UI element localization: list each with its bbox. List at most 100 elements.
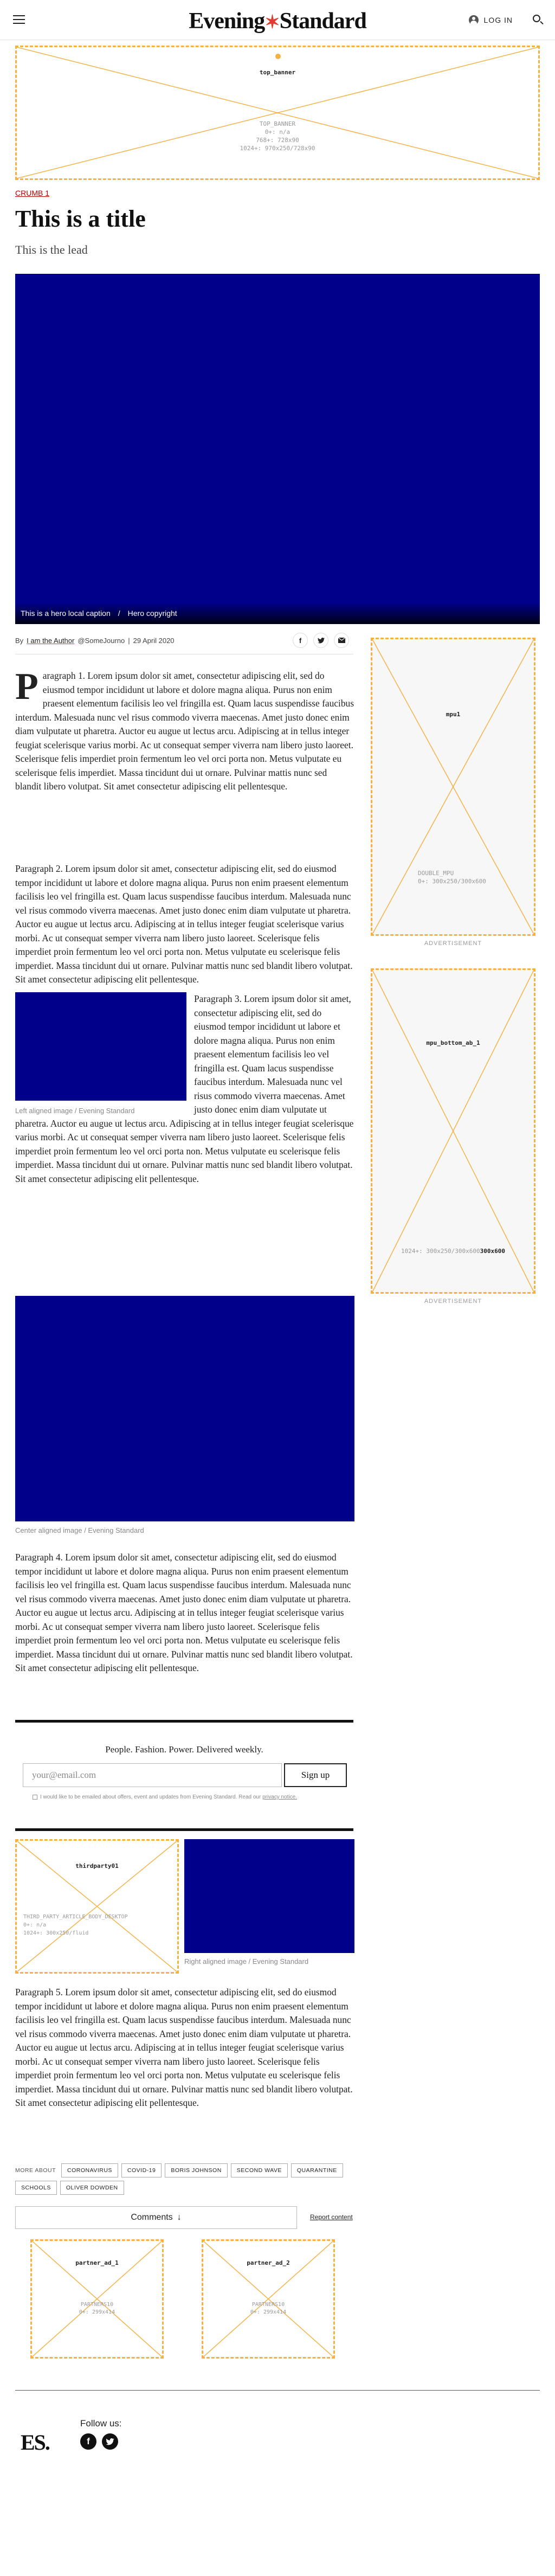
advertisement-label: ADVERTISEMENT: [424, 1298, 482, 1305]
ad-cross: [372, 639, 534, 934]
ad-slot-meta: THIRD_PARTY_ARTICLE_BODY_DESKTOP: [23, 1914, 128, 1920]
twitter-icon[interactable]: [102, 2433, 118, 2450]
signup-button[interactable]: Sign up: [284, 1763, 347, 1787]
report-content-link[interactable]: Report content: [310, 2213, 353, 2221]
privacy-notice-link[interactable]: privacy notice.: [262, 1794, 297, 1800]
author-handle[interactable]: @SomeJourno: [78, 637, 125, 645]
paragraph-5: Paragraph 5. Lorem ipsum dolor sit amet,…: [15, 1987, 353, 2108]
ad-slot-meta: 0+: 300x250/300x600: [418, 878, 486, 885]
logo-star: ✶: [264, 12, 280, 33]
publish-date: 29 April 2020: [133, 637, 175, 645]
tag-second-wave[interactable]: SECOND WAVE: [230, 2163, 288, 2177]
ad-slot-meta: PARTNERS10: [80, 2302, 114, 2308]
ad-slot-meta: TOP_BANNER: [259, 120, 296, 127]
hero-caption: This is a hero local caption / Hero copy…: [15, 602, 540, 624]
newsletter-bottom-rule: [15, 1828, 353, 1831]
ad-cross: [32, 2241, 162, 2357]
left-image-caption: Left aligned image / Evening Standard: [15, 1107, 135, 1115]
twitter-icon[interactable]: [313, 633, 328, 648]
topic-tags: MORE ABOUT CORONAVIRUS COVID-19 BORIS JO…: [15, 2163, 353, 2195]
tag-oliver-dowden[interactable]: OLIVER DOWDEN: [60, 2181, 124, 2195]
partner-ad-1[interactable]: partner_ad_1 PARTNERS10 0+: 299x414: [30, 2239, 164, 2359]
ad-slot-meta: 1024+: 300x250/300x600300x600: [372, 1248, 534, 1255]
center-image-caption: Center aligned image / Evening Standard: [15, 1526, 144, 1534]
logo-text-left: Evening: [189, 9, 265, 34]
paragraph-1: Paragraph 1. Lorem ipsum dolor sit amet,…: [15, 666, 354, 794]
byline-sep: |: [128, 637, 130, 645]
ad-slot-name: mpu_bottom_ab_1: [426, 1039, 480, 1046]
comments-button[interactable]: Comments ↓: [15, 2206, 297, 2229]
ad-slot-name: partner_ad_1: [75, 2259, 119, 2266]
hero-copyright: Hero copyright: [127, 609, 177, 618]
article-lead: This is the lead: [15, 243, 88, 256]
ad-slot-meta-size: 300x600: [480, 1248, 506, 1255]
tag-quarantine[interactable]: QUARANTINE: [291, 2163, 343, 2177]
left-aligned-image: [15, 992, 186, 1101]
right-image-caption: Right aligned image / Evening Standard: [184, 1957, 309, 1965]
ad-slot-name: top_banner: [259, 69, 296, 76]
ad-dot: [275, 54, 281, 59]
ad-slot-meta: 0+: 299x414: [79, 2309, 115, 2315]
byline: By I am the Author @SomeJourno | 29 Apri…: [15, 637, 175, 645]
top-banner-ad[interactable]: top_banner TOP_BANNER 0+: n/a 768+: 728x…: [15, 46, 540, 180]
email-icon[interactable]: [334, 633, 349, 648]
site-header: Evening✶Standard LOG IN: [0, 0, 555, 40]
email-input[interactable]: your@email.com: [23, 1763, 282, 1787]
ad-slot-name: partner_ad_2: [247, 2259, 290, 2266]
logo-text-right: Standard: [279, 9, 367, 34]
ad-cross: [17, 47, 538, 178]
tag-boris-johnson[interactable]: BORIS JOHNSON: [165, 2163, 228, 2177]
advertisement-label: ADVERTISEMENT: [424, 940, 482, 947]
ad-slot-meta-sizes: 1024+: 300x250/300x600: [401, 1248, 480, 1255]
ad-slot-meta: 1024+: 300x250/fluid: [23, 1930, 89, 1936]
consent-checkbox[interactable]: [33, 1795, 37, 1800]
ad-cross: [203, 2241, 333, 2357]
newsletter-top-rule: [15, 1720, 353, 1723]
consent-text: I would like to be emailed about offers,…: [40, 1794, 349, 1801]
consent-label: I would like to be emailed about offers,…: [40, 1794, 261, 1800]
comments-label: Comments: [131, 2213, 173, 2222]
byline-prefix: By: [15, 637, 24, 645]
drop-cap: P: [15, 666, 38, 708]
center-aligned-image: [15, 1296, 354, 1521]
tag-coronavirus[interactable]: CORONAVIRUS: [61, 2163, 118, 2177]
breadcrumb[interactable]: CRUMB 1: [15, 189, 49, 197]
ad-slot-meta: 768+: 728x90: [256, 137, 299, 144]
mpu-ad[interactable]: mpu1 DOUBLE_MPU 0+: 300x250/300x600: [371, 638, 535, 936]
hero-caption-sep: /: [118, 609, 120, 618]
third-party-ad[interactable]: thirdparty01 THIRD_PARTY_ARTICLE_BODY_DE…: [15, 1839, 179, 1974]
follow-label: Follow us:: [80, 2418, 122, 2429]
hero-caption-text: This is a hero local caption: [21, 609, 111, 618]
ad-slot-meta: PARTNERS10: [251, 2302, 285, 2308]
ad-slot-name: thirdparty01: [75, 1862, 119, 1870]
ad-slot-meta: 0+: n/a: [264, 129, 291, 136]
ad-slot-meta: 0+: n/a: [23, 1922, 47, 1928]
login-label: LOG IN: [483, 16, 513, 24]
paragraph-2: Paragraph 2. Lorem ipsum dolor sit amet,…: [15, 863, 353, 985]
facebook-icon[interactable]: f: [80, 2433, 96, 2450]
ad-cross: [372, 970, 534, 1292]
footer-logo[interactable]: ES.: [21, 2430, 50, 2455]
partner-ad-2[interactable]: partner_ad_2 PARTNERS10 0+: 299x414: [202, 2239, 335, 2359]
ad-slot-meta: 0+: 299x414: [250, 2309, 287, 2315]
page-title: This is a title: [15, 205, 146, 232]
mpu-bottom-ad[interactable]: mpu_bottom_ab_1 1024+: 300x250/300x60030…: [371, 968, 535, 1294]
paragraph-4: Paragraph 4. Lorem ipsum dolor sit amet,…: [15, 1552, 353, 1673]
tag-covid-19[interactable]: COVID-19: [121, 2163, 162, 2177]
login-button[interactable]: LOG IN: [468, 15, 513, 25]
left-image-wrap: Left aligned image / Evening Standard: [15, 992, 186, 1116]
ad-slot-meta: 1024+: 970x250/728x90: [240, 145, 315, 152]
ad-cross: [17, 1841, 177, 1972]
footer-divider: [15, 2390, 540, 2391]
search-icon[interactable]: [533, 15, 540, 22]
author-link[interactable]: I am the Author: [27, 637, 74, 645]
ad-slot-meta: DOUBLE_MPU: [418, 870, 454, 877]
facebook-icon[interactable]: f: [293, 633, 308, 648]
chevron-down-icon: ↓: [177, 2213, 182, 2222]
tag-schools[interactable]: SCHOOLS: [15, 2181, 57, 2195]
ad-slot-name: mpu1: [446, 711, 461, 718]
newsletter-title: People. Fashion. Power. Delivered weekly…: [105, 1744, 263, 1755]
right-aligned-image: [184, 1839, 354, 1953]
paragraph-3: Left aligned image / Evening Standard Pa…: [15, 992, 354, 1186]
user-icon: [468, 15, 479, 25]
